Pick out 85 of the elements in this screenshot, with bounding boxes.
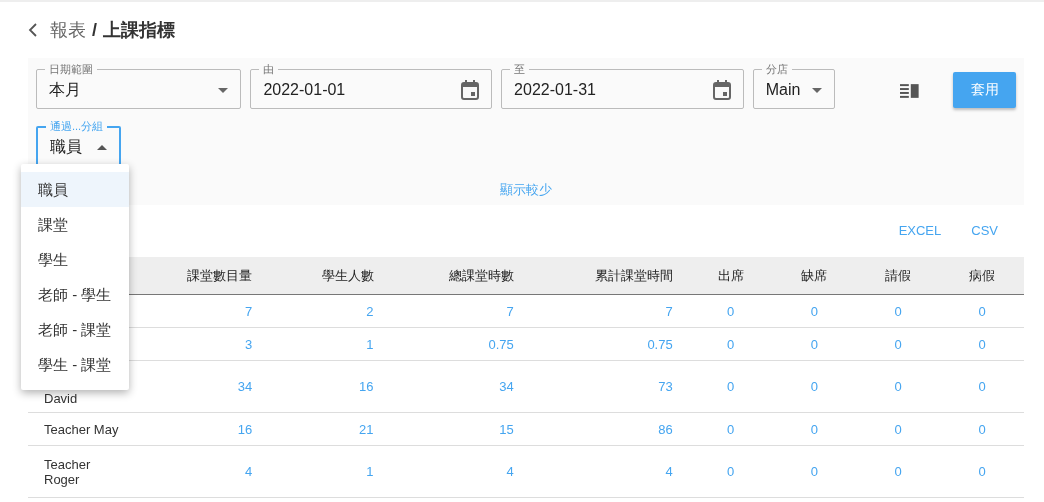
- table-cell: David: [44, 391, 78, 406]
- table-cell[interactable]: 0: [810, 464, 818, 479]
- field-label: 通過...分組: [49, 119, 105, 134]
- table-cell[interactable]: 0: [894, 464, 902, 479]
- dropdown-caret-icon: [812, 87, 823, 93]
- table-cell[interactable]: 3: [244, 336, 253, 352]
- menu-item[interactable]: 課堂: [21, 207, 129, 242]
- column-header: 請假: [885, 267, 912, 283]
- select-field[interactable]: 日期範圍 本月: [36, 62, 242, 109]
- table-cell[interactable]: 0: [810, 421, 818, 437]
- calendar-icon[interactable]: [461, 80, 480, 100]
- menu-item[interactable]: 職員: [21, 172, 129, 207]
- table-cell[interactable]: 4: [244, 464, 253, 479]
- column-header: 病假: [969, 267, 996, 283]
- table-cell[interactable]: 0: [726, 464, 735, 479]
- field-value: 本月: [49, 79, 81, 100]
- table-cell[interactable]: 0: [726, 336, 735, 352]
- table-cell[interactable]: 1: [366, 464, 374, 479]
- export-link[interactable]: EXCEL: [898, 223, 942, 239]
- table-cell[interactable]: 0.75: [488, 336, 514, 352]
- table-cell[interactable]: 86: [658, 421, 673, 437]
- column-header: 缺席: [801, 267, 828, 283]
- table-cell[interactable]: 73: [658, 379, 673, 394]
- table-cell[interactable]: 0: [978, 336, 986, 352]
- back-icon[interactable]: [28, 23, 38, 37]
- table-cell[interactable]: 7: [244, 303, 253, 319]
- table-cell[interactable]: 0: [978, 379, 986, 394]
- field-label: 分店: [764, 62, 789, 77]
- menu-item[interactable]: 學生: [21, 242, 129, 277]
- select-field[interactable]: 分店 Main: [752, 62, 836, 109]
- table-cell[interactable]: 0.75: [647, 336, 673, 352]
- show-less-link[interactable]: 顯示較少: [500, 181, 552, 199]
- field-label: 由: [262, 62, 276, 77]
- table-cell[interactable]: 0: [978, 303, 986, 319]
- table-cell[interactable]: 0: [894, 379, 902, 394]
- menu-item[interactable]: 老師 - 學生: [21, 277, 129, 312]
- table-cell: Teacher Roger: [44, 456, 91, 487]
- field-label: 日期範圍: [48, 62, 94, 77]
- columns-icon[interactable]: [900, 84, 921, 98]
- table-cell[interactable]: 34: [237, 379, 253, 394]
- export-link[interactable]: CSV: [971, 223, 998, 239]
- column-header: 課堂數目量: [187, 267, 253, 283]
- table-cell[interactable]: 15: [499, 421, 514, 437]
- date-field[interactable]: 由 2022-01-01: [250, 62, 493, 109]
- field-value: 職員: [50, 136, 82, 157]
- table-cell[interactable]: 7: [665, 303, 673, 319]
- table-cell[interactable]: 0: [894, 336, 902, 352]
- table-cell[interactable]: 4: [506, 464, 514, 479]
- page-title: 上課指標: [103, 19, 175, 42]
- column-header: 累計課堂時間: [594, 267, 673, 283]
- table-cell[interactable]: 0: [894, 421, 902, 437]
- table-cell[interactable]: 4: [665, 464, 673, 479]
- menu-item[interactable]: 學生 - 課堂: [21, 347, 129, 382]
- apply-button[interactable]: 套用: [953, 72, 1016, 108]
- breadcrumb-parent[interactable]: 報表: [50, 18, 86, 42]
- table-cell[interactable]: 0: [726, 379, 735, 394]
- table-cell[interactable]: 2: [366, 303, 374, 319]
- table-cell[interactable]: 7: [506, 303, 514, 319]
- date-field[interactable]: 至 2022-01-31: [501, 62, 744, 109]
- table-cell[interactable]: 0: [810, 379, 818, 394]
- calendar-icon[interactable]: [712, 80, 731, 100]
- table-cell[interactable]: 0: [726, 421, 735, 437]
- breadcrumb-separator: /: [92, 19, 97, 41]
- column-header: 總課堂時數: [448, 267, 514, 283]
- select-field[interactable]: 通過...分組 職員: [36, 119, 122, 167]
- table-cell[interactable]: 0: [726, 303, 735, 319]
- table-cell: Teacher May: [44, 421, 119, 437]
- field-value: Main: [765, 81, 801, 99]
- table-cell[interactable]: 0: [810, 336, 818, 352]
- column-header: 學生人數: [321, 267, 374, 283]
- table-cell[interactable]: 16: [237, 421, 253, 437]
- dropdown-caret-icon: [218, 87, 229, 93]
- column-header: 出席: [717, 267, 744, 283]
- table-cell[interactable]: 0: [978, 421, 986, 437]
- field-value: 2022-01-01: [263, 81, 346, 99]
- table-cell[interactable]: 34: [499, 379, 514, 394]
- table-cell[interactable]: 0: [894, 303, 902, 319]
- field-value: 2022-01-31: [514, 81, 596, 99]
- table-cell[interactable]: 0: [810, 303, 818, 319]
- field-label: 至: [513, 62, 527, 77]
- table-cell[interactable]: 1: [366, 336, 374, 352]
- table-cell[interactable]: 0: [978, 464, 986, 479]
- menu-item[interactable]: 老師 - 課堂: [21, 312, 129, 347]
- table-cell[interactable]: 16: [359, 379, 374, 394]
- table-cell[interactable]: 21: [359, 421, 374, 437]
